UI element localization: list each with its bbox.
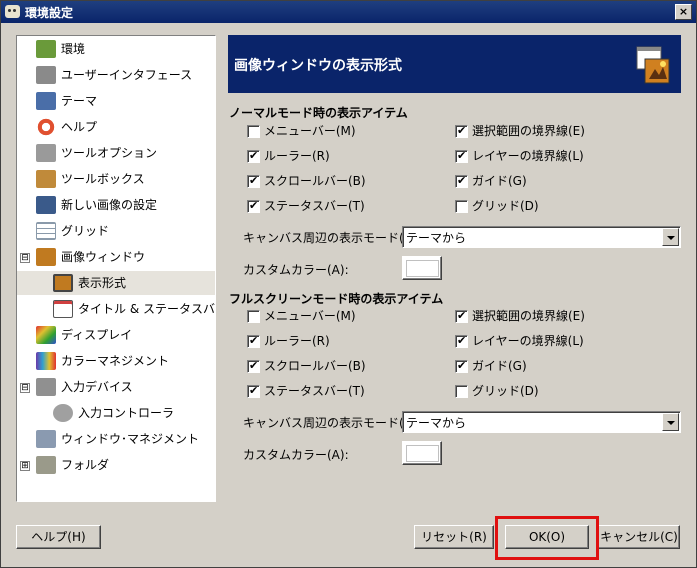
normal-custom-color-button[interactable] — [402, 256, 442, 280]
user-interface-icon — [36, 66, 56, 84]
appearance-icon — [53, 274, 73, 292]
tree-item-label: フォルダ — [61, 458, 110, 472]
checkbox-box[interactable] — [455, 148, 468, 164]
tree-item-display[interactable]: ディスプレイ — [17, 323, 215, 347]
help-lifebuoy-icon — [36, 118, 56, 136]
ok-highlight-frame — [495, 516, 599, 560]
normal-custom-color-label: カスタムカラー(A): — [243, 263, 349, 277]
checkbox-box[interactable] — [455, 333, 468, 349]
tree-item-label: ディスプレイ — [61, 328, 133, 342]
tree-item-input-controllers[interactable]: 入力コントローラ — [17, 401, 215, 425]
page-title: 画像ウィンドウの表示形式 — [234, 58, 402, 74]
tree-item-label: 入力デバイス — [61, 380, 133, 394]
reset-button[interactable]: リセット(R) — [414, 525, 494, 549]
new-image-icon — [36, 196, 56, 214]
checkbox-box[interactable] — [455, 123, 468, 139]
tree-item-new-image[interactable]: 新しい画像の設定 — [17, 193, 215, 217]
tree-item-environment[interactable]: 環境 — [17, 37, 215, 61]
tree-item-label: ヘルプ — [61, 120, 98, 134]
checkbox-box[interactable] — [247, 383, 260, 399]
tree-item-label: ウィンドウ･マネジメント — [61, 432, 200, 446]
tree-item-label: 表示形式 — [78, 276, 127, 290]
toolbox-icon — [36, 170, 56, 188]
checkbox-box[interactable] — [247, 148, 260, 164]
collapse-expander[interactable]: ⊟ — [20, 383, 30, 393]
tree-item-label: 画像ウィンドウ — [61, 250, 146, 264]
tree-item-title-statusbar[interactable]: タイトル & ステータスバー — [17, 297, 215, 321]
category-tree: 環境 ユーザーインタフェース テーマ ヘルプ ツールオプション ツールボックス … — [16, 35, 216, 502]
input-devices-icon — [36, 378, 56, 396]
tree-item-help[interactable]: ヘルプ — [17, 115, 215, 139]
title-bar[interactable]: 環境設定 × — [1, 1, 696, 23]
tree-item-label: グリッド — [61, 224, 110, 238]
display-icon — [36, 326, 56, 344]
checkbox-box[interactable] — [455, 173, 468, 189]
checkbox-box[interactable] — [247, 125, 260, 138]
fullscreen-padding-mode-select[interactable]: テーマから — [402, 411, 681, 433]
checkbox-box[interactable] — [247, 310, 260, 323]
tree-item-label: カラーマネジメント — [61, 354, 170, 368]
fullscreen-custom-color-label: カスタムカラー(A): — [243, 448, 349, 462]
tree-item-label: 新しい画像の設定 — [61, 198, 158, 212]
tree-item-folders[interactable]: ⊞ フォルダ — [17, 453, 215, 477]
folders-icon — [36, 456, 56, 474]
tree-item-window-management[interactable]: ウィンドウ･マネジメント — [17, 427, 215, 451]
fullscreen-custom-color-button[interactable] — [402, 441, 442, 465]
window-title: 環境設定 — [25, 6, 74, 20]
tree-item-theme[interactable]: テーマ — [17, 89, 215, 113]
tree-item-label: 環境 — [61, 42, 86, 56]
tree-item-user-interface[interactable]: ユーザーインタフェース — [17, 63, 215, 87]
tree-item-toolbox[interactable]: ツールボックス — [17, 167, 215, 191]
fullscreen-padding-mode-label: キャンバス周辺の表示モード(P): — [243, 416, 420, 430]
theme-icon — [36, 92, 56, 110]
normal-padding-mode-label: キャンバス周辺の表示モード(P): — [243, 231, 420, 245]
tool-options-icon — [36, 144, 56, 162]
color-management-icon — [36, 352, 56, 370]
image-window-appearance-icon — [636, 46, 670, 84]
normal-padding-mode-select[interactable]: テーマから — [402, 226, 681, 248]
tree-item-label: ツールオプション — [61, 146, 158, 160]
tree-item-label: 入力コントローラ — [78, 406, 175, 420]
dropdown-arrow-icon[interactable] — [662, 413, 679, 431]
checkbox-box[interactable] — [455, 200, 468, 213]
color-swatch — [406, 260, 439, 277]
tree-item-grid[interactable]: グリッド — [17, 219, 215, 243]
checkbox-box[interactable] — [247, 333, 260, 349]
tree-item-label: ツールボックス — [61, 172, 145, 186]
checkbox-box[interactable] — [455, 385, 468, 398]
title-statusbar-icon — [53, 300, 73, 318]
normal-section-title: ノーマルモード時の表示アイテム — [229, 106, 408, 120]
expand-expander[interactable]: ⊞ — [20, 461, 30, 471]
tree-item-label: テーマ — [61, 94, 98, 108]
checkbox-box[interactable] — [247, 198, 260, 214]
dropdown-arrow-icon[interactable] — [662, 228, 679, 246]
select-value: テーマから — [406, 416, 467, 430]
checkbox-box[interactable] — [247, 173, 260, 189]
gimp-app-icon — [5, 5, 20, 18]
page-header: 画像ウィンドウの表示形式 — [228, 35, 681, 93]
checkbox-box[interactable] — [455, 308, 468, 324]
tree-item-image-window[interactable]: ⊟ 画像ウィンドウ — [17, 245, 215, 269]
tree-item-tool-options[interactable]: ツールオプション — [17, 141, 215, 165]
color-swatch — [406, 445, 439, 462]
collapse-expander[interactable]: ⊟ — [20, 253, 30, 263]
help-button[interactable]: ヘルプ(H) — [16, 525, 101, 549]
tree-item-color-management[interactable]: カラーマネジメント — [17, 349, 215, 373]
fullscreen-section-title: フルスクリーンモード時の表示アイテム — [229, 292, 444, 306]
input-controllers-icon — [53, 404, 73, 422]
tree-item-appearance[interactable]: 表示形式 — [17, 271, 215, 295]
grid-icon — [36, 222, 56, 240]
checkbox-box[interactable] — [247, 358, 260, 374]
environment-icon — [36, 40, 56, 58]
image-window-icon — [36, 248, 56, 266]
tree-item-label: ユーザーインタフェース — [61, 68, 193, 82]
checkbox-box[interactable] — [455, 358, 468, 374]
close-button[interactable]: × — [675, 4, 692, 20]
cancel-button[interactable]: キャンセル(C) — [598, 525, 680, 549]
tree-item-input-devices[interactable]: ⊟ 入力デバイス — [17, 375, 215, 399]
window-management-icon — [36, 430, 56, 448]
select-value: テーマから — [406, 231, 467, 245]
tree-item-label: タイトル & ステータスバー — [78, 302, 216, 316]
